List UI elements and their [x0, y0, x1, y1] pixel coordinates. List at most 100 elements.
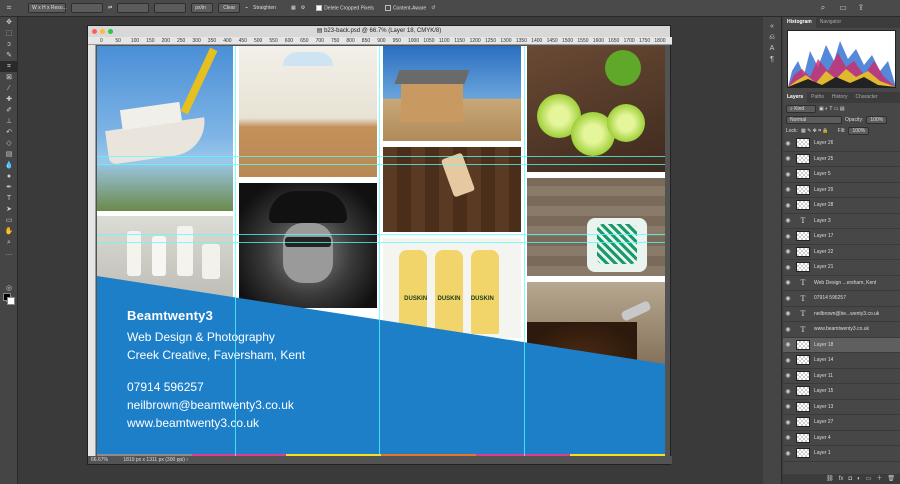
delete-cropped-checkbox[interactable]: Delete Cropped Pixels	[316, 4, 374, 11]
visibility-eye-icon[interactable]: ◉	[783, 372, 793, 379]
add-mask-icon[interactable]: ◘	[848, 474, 852, 484]
layer-row[interactable]: ◉ T Web Design ...ersham, Kent	[783, 276, 900, 291]
vertical-guide[interactable]	[524, 46, 525, 458]
visibility-eye-icon[interactable]: ◉	[783, 217, 793, 224]
new-group-icon[interactable]: ▭	[866, 474, 872, 484]
canvas[interactable]: DUSKIN DUSKIN DUSKIN Beamtwenty3 Web Des…	[97, 46, 665, 458]
workspace-icon[interactable]: ▭	[838, 3, 848, 13]
crop-tool-icon[interactable]: ⌗	[0, 61, 18, 72]
layer-row[interactable]: ◉ Layer 1	[783, 446, 900, 462]
width-field[interactable]	[71, 3, 103, 13]
zoom-tool-icon[interactable]: ⌕	[0, 237, 18, 248]
horizontal-guide[interactable]	[97, 156, 665, 157]
collapse-panels-icon[interactable]: «	[763, 21, 781, 32]
visibility-eye-icon[interactable]: ◉	[783, 264, 793, 271]
visibility-eye-icon[interactable]: ◉	[783, 155, 793, 162]
tab-character[interactable]: Character	[851, 92, 881, 103]
share-icon[interactable]: ⇪	[856, 3, 866, 13]
new-layer-icon[interactable]: ＋	[876, 474, 882, 484]
kind-filter-select[interactable]: ⌕ Kind	[786, 104, 816, 113]
horizontal-guide[interactable]	[97, 242, 665, 243]
vertical-ruler[interactable]	[88, 45, 96, 461]
visibility-eye-icon[interactable]: ◉	[783, 388, 793, 395]
filter-icons[interactable]: ▣ ◐ T ▭ ▤	[819, 106, 845, 112]
tab-navigator[interactable]: Navigator	[816, 17, 845, 28]
layer-row[interactable]: ◉ T Layer 3	[783, 214, 900, 229]
vertical-guide[interactable]	[235, 46, 236, 458]
layer-row[interactable]: ◉ Layer 15	[783, 384, 900, 400]
resolution-field[interactable]	[154, 3, 187, 13]
overlay-grid-icon[interactable]: ▦	[291, 5, 296, 11]
visibility-eye-icon[interactable]: ◉	[783, 403, 793, 410]
visibility-eye-icon[interactable]: ◉	[783, 186, 793, 193]
eraser-tool-icon[interactable]: ◇	[0, 138, 18, 149]
visibility-eye-icon[interactable]: ◉	[783, 419, 793, 426]
visibility-eye-icon[interactable]: ◉	[783, 295, 793, 302]
unit-select[interactable]: px/in	[191, 3, 214, 13]
swap-icon[interactable]: ⇄	[108, 5, 112, 11]
visibility-eye-icon[interactable]: ◉	[783, 171, 793, 178]
visibility-eye-icon[interactable]: ◉	[783, 450, 793, 457]
gradient-tool-icon[interactable]: ▤	[0, 149, 18, 160]
type-tool-icon[interactable]: T	[0, 193, 18, 204]
layer-row[interactable]: ◉ Layer 18	[783, 337, 900, 353]
maximize-window-button[interactable]	[108, 29, 113, 34]
frame-tool-icon[interactable]: ⊠	[0, 72, 18, 83]
settings-gear-icon[interactable]: ⚙	[301, 5, 305, 11]
layer-row[interactable]: ◉ T 07914 596257	[783, 291, 900, 307]
layer-row[interactable]: ◉ Layer 14	[783, 353, 900, 369]
reset-icon[interactable]: ↺	[431, 5, 435, 11]
clone-stamp-tool-icon[interactable]: ⊥	[0, 116, 18, 127]
visibility-eye-icon[interactable]: ◉	[783, 310, 793, 317]
layer-row[interactable]: ◉ Layer 25	[783, 152, 900, 167]
link-layers-icon[interactable]: ⛓	[826, 474, 834, 484]
layer-style-icon[interactable]: fx	[839, 474, 844, 484]
marquee-tool-icon[interactable]: ⬚	[0, 28, 18, 39]
tab-paths[interactable]: Paths	[807, 92, 828, 103]
content-aware-checkbox[interactable]: Content-Aware	[384, 4, 426, 11]
adjustment-layer-icon[interactable]: ◐	[857, 474, 861, 484]
dodge-tool-icon[interactable]: ●	[0, 171, 18, 182]
layer-row[interactable]: ◉ Layer 13	[783, 400, 900, 415]
visibility-eye-icon[interactable]: ◉	[783, 326, 793, 333]
layer-row[interactable]: ◉ Layer 11	[783, 369, 900, 384]
background-color-swatch[interactable]	[7, 297, 15, 305]
layer-row[interactable]: ◉ Layer 17	[783, 229, 900, 245]
fill-field[interactable]: 100%	[848, 126, 870, 135]
delete-layer-icon[interactable]: 🗑	[887, 474, 895, 484]
blur-tool-icon[interactable]: 💧	[0, 160, 18, 171]
visibility-eye-icon[interactable]: ◉	[783, 233, 793, 240]
search-icon[interactable]: ⌕	[818, 3, 828, 13]
horizontal-guide[interactable]	[97, 234, 665, 235]
visibility-eye-icon[interactable]: ◉	[783, 341, 793, 348]
lasso-tool-icon[interactable]: ↄ	[0, 39, 18, 50]
height-field[interactable]	[117, 3, 150, 13]
zoom-level[interactable]: 66.67%	[91, 457, 108, 463]
visibility-eye-icon[interactable]: ◉	[783, 434, 793, 441]
layer-row[interactable]: ◉ Layer 26	[783, 136, 900, 152]
history-panel-icon[interactable]: ⎌	[763, 32, 781, 43]
tab-histogram[interactable]: Histogram	[783, 17, 816, 28]
more-tools-icon[interactable]: …	[0, 248, 18, 259]
brush-tool-icon[interactable]: ✐	[0, 105, 18, 116]
visibility-eye-icon[interactable]: ◉	[783, 357, 793, 364]
layer-row[interactable]: ◉ Layer 27	[783, 415, 900, 431]
horizontal-ruler[interactable]: 0 50 100 150 200 250 300 350 400 450 500 550 600 650 7…	[88, 37, 672, 45]
shape-tool-icon[interactable]: ▭	[0, 215, 18, 226]
status-arrow-icon[interactable]: ›	[186, 457, 188, 463]
layer-row[interactable]: ◉ Layer 4	[783, 431, 900, 446]
clear-button[interactable]: Clear	[218, 3, 241, 13]
healing-tool-icon[interactable]: ✚	[0, 94, 18, 105]
minimize-window-button[interactable]	[100, 29, 105, 34]
hand-tool-icon[interactable]: ✋	[0, 226, 18, 237]
paragraph-panel-icon[interactable]: ¶	[763, 54, 781, 65]
blend-mode-select[interactable]: Normal	[786, 115, 842, 124]
lock-icons[interactable]: ▦ ✎ ✥ ⌗ 🔒	[801, 128, 829, 134]
tab-history[interactable]: History	[828, 92, 852, 103]
layer-row[interactable]: ◉ Twww.beamtwenty3.co.uk	[783, 322, 900, 338]
close-window-button[interactable]	[92, 29, 97, 34]
tab-layers[interactable]: Layers	[783, 92, 808, 103]
visibility-eye-icon[interactable]: ◉	[783, 248, 793, 255]
history-brush-tool-icon[interactable]: ↶	[0, 127, 18, 138]
layer-row[interactable]: ◉ Tneilbrown@be...wenty3.co.uk	[783, 307, 900, 322]
